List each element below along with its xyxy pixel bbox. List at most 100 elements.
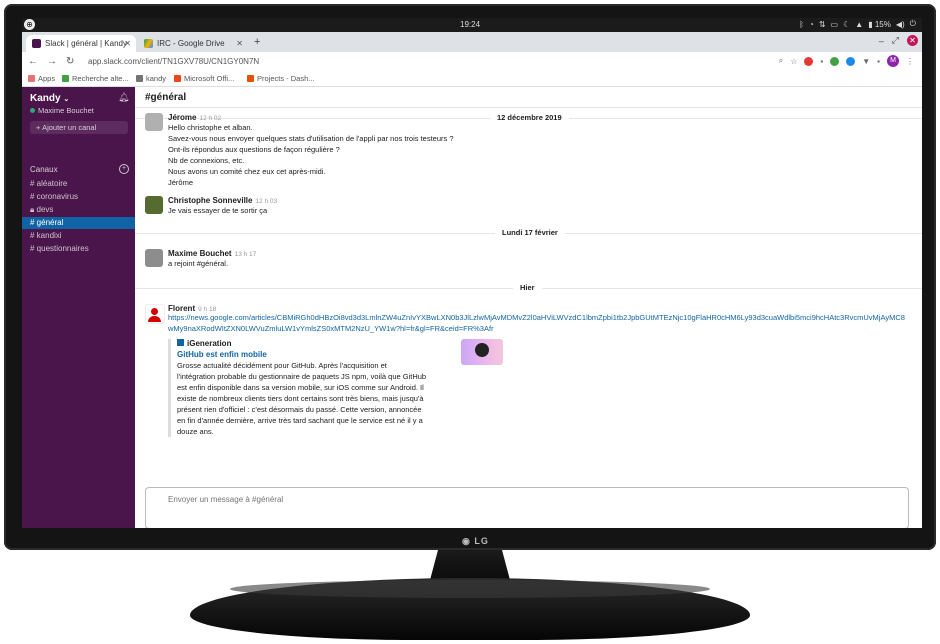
avatar[interactable] [145, 304, 165, 324]
add-channel-icon[interactable]: + [119, 164, 129, 174]
workspace-label: Kandy [30, 93, 61, 104]
date-label: Hier [513, 283, 542, 292]
menu-icon[interactable]: ⋮ [906, 57, 914, 66]
message-text: Nb de connexions, etc. [168, 156, 245, 165]
extension-icon[interactable]: ▪ [820, 57, 823, 66]
bookmark-star-icon[interactable]: ☆ [790, 57, 797, 66]
bookmark-projects[interactable]: Projects - Dash... [247, 74, 315, 83]
maximize-icon[interactable]: ⤢ [892, 35, 899, 46]
screen: ⊕ 19:24 ᛒ ◔ ⇅ ▭ ☾ ▲ ▮ 15% ◀) ⏻ Slack | g… [22, 18, 922, 528]
message-text: Je vais essayer de te sortir ça [168, 206, 268, 215]
alert-icon[interactable]: ▲ [855, 20, 863, 29]
current-user: Maxime Bouchet [30, 106, 94, 115]
sidebar-item-coronavirus[interactable]: # coronavirus [22, 191, 135, 203]
tab-google-drive[interactable]: IRC - Google Drive ✕ [138, 35, 248, 52]
os-top-bar: ⊕ 19:24 ᛒ ◔ ⇅ ▭ ☾ ▲ ▮ 15% ◀) ⏻ [22, 18, 922, 32]
battery-status[interactable]: ▮ 15% [868, 20, 891, 29]
date-label: 12 décembre 2019 [490, 113, 569, 122]
reload-icon[interactable]: ↻ [66, 56, 74, 67]
minimize-icon[interactable]: – [879, 36, 884, 46]
channel-label: coronavirus [36, 192, 79, 201]
message-time: 12 h 03 [255, 198, 278, 205]
message-time: 13 h 17 [234, 251, 257, 258]
close-tab-icon[interactable]: ✕ [236, 39, 243, 48]
lg-logo: ◉ LG [462, 536, 489, 546]
bookmark-apps[interactable]: Apps [28, 74, 55, 83]
address-bar[interactable]: app.slack.com/client/TN1GXV78U/CN1GY0N7N [88, 57, 259, 66]
back-icon[interactable]: ← [28, 56, 38, 67]
office-icon [174, 75, 181, 82]
avatar[interactable] [145, 113, 163, 131]
message-text: Ont-ils répondus aux questions de façon … [168, 145, 340, 154]
message-author[interactable]: Florent 9 h 18 [168, 304, 908, 313]
battery-icon: ▮ [868, 19, 873, 29]
close-tab-icon[interactable]: ✕ [124, 39, 131, 48]
sidebar-item-general[interactable]: # général [22, 217, 135, 229]
message-time: 12 h 02 [199, 115, 222, 122]
bluetooth-icon[interactable]: ᛒ [799, 20, 804, 29]
sidebar-item-kandixi[interactable]: # kandixi [22, 230, 135, 242]
forward-icon[interactable]: → [47, 56, 57, 67]
monitor-stand-neck [430, 550, 510, 580]
channel-label: aléatoire [36, 179, 68, 188]
network-icon[interactable]: ⇅ [819, 20, 826, 29]
bookmark-label: Projects - Dash... [257, 74, 315, 83]
power-icon[interactable]: ⏻ [910, 19, 916, 29]
chevron-down-icon: ⌄ [63, 96, 70, 103]
channels-header[interactable]: Canaux [30, 165, 58, 174]
night-mode-icon[interactable]: ☾ [843, 20, 850, 29]
sidebar-item-aleatoire[interactable]: # aléatoire [22, 178, 135, 190]
slack-sidebar: Kandy ⌄ 🔔︎ Maxime Bouchet + Ajouter un c… [22, 87, 135, 528]
gitlab-icon [247, 75, 254, 82]
avatar[interactable] [145, 196, 163, 214]
extensions: ⌕ ☆ ▪ ▼ ▪ M ⋮ [779, 55, 914, 67]
bell-icon[interactable]: 🔔︎ [118, 92, 129, 103]
person-icon [151, 308, 158, 315]
new-tab-icon[interactable]: + [254, 36, 260, 48]
folder-icon [136, 75, 143, 82]
tab-slack[interactable]: Slack | général | Kandy ✕ [26, 35, 136, 52]
channel-title[interactable]: #général [145, 92, 186, 103]
date-divider: Hier [135, 283, 922, 293]
wifi-icon[interactable]: ◔ [809, 20, 814, 29]
message-text: Jérôme [168, 178, 194, 187]
add-channel-button[interactable]: + Ajouter un canal [30, 121, 128, 134]
sidebar-item-devs[interactable]: 🔒︎ devs [22, 204, 135, 216]
message-author[interactable]: Christophe Sonneville 12 h 03 [168, 196, 908, 205]
browser-tab-strip: Slack | général | Kandy ✕ IRC - Google D… [22, 32, 922, 52]
attachment-thumbnail[interactable] [461, 339, 503, 365]
bookmark-microsoft[interactable]: Microsoft Offi... [174, 74, 234, 83]
close-window-icon[interactable]: ✕ [907, 35, 918, 46]
zoom-icon[interactable]: ⌕ [779, 56, 783, 66]
browser-toolbar: ← → ↻ app.slack.com/client/TN1GXV78U/CN1… [22, 52, 922, 72]
message-author[interactable]: Maxime Bouchet 13 h 17 [168, 249, 908, 258]
message-input[interactable] [166, 494, 870, 505]
bookmarks-bar: Apps Recherche alte... kandy Microsoft O… [22, 72, 922, 87]
channel-label: questionnaires [36, 244, 89, 253]
message-time: 9 h 18 [198, 306, 217, 313]
avatar[interactable] [145, 249, 163, 267]
extension-icon[interactable] [846, 56, 856, 66]
message-composer[interactable] [145, 487, 909, 528]
os-logo-icon[interactable]: ⊕ [24, 19, 35, 30]
extension-icon[interactable] [830, 56, 840, 66]
bookmark-kandy[interactable]: kandy [136, 74, 166, 83]
bookmark-label: Recherche alte... [72, 74, 129, 83]
tab-label: IRC - Google Drive [157, 39, 225, 48]
battery-level: 15% [874, 19, 891, 29]
message-author[interactable]: Jérome 12 h 02 [168, 113, 488, 122]
workspace-name[interactable]: Kandy ⌄ [30, 93, 69, 104]
extension-icon[interactable] [804, 56, 814, 66]
bookmark-recherche[interactable]: Recherche alte... [62, 74, 129, 83]
message-link[interactable]: https://news.google.com/articles/CBMiRGh… [168, 313, 908, 334]
extension-icon[interactable]: ▪ [877, 57, 880, 66]
attachment-source[interactable]: iGeneration [177, 339, 497, 348]
clipboard-icon[interactable]: ▭ [831, 20, 839, 29]
monitor-stand-highlight [230, 580, 710, 598]
filter-icon[interactable]: ▼ [862, 57, 870, 66]
sidebar-item-questionnaires[interactable]: # questionnaires [22, 243, 135, 255]
volume-icon[interactable]: ◀) [896, 20, 905, 29]
attachment-title[interactable]: GitHub est enfin mobile [177, 350, 497, 359]
channel-header: #général [135, 87, 922, 108]
profile-avatar[interactable]: M [887, 55, 899, 67]
